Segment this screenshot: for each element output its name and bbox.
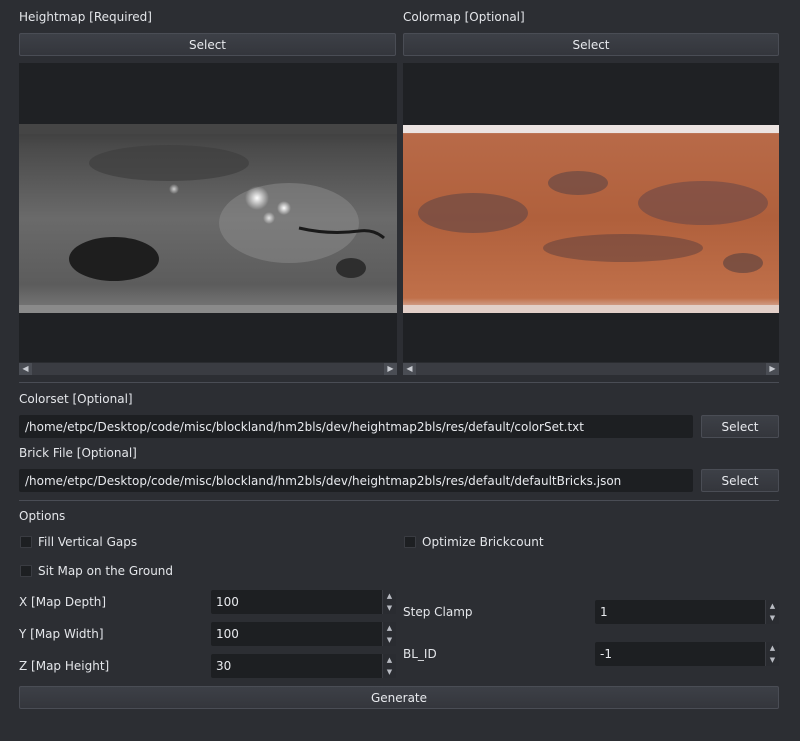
y-map-width-value: 100 [216,627,239,641]
scroll-left-icon[interactable]: ◀ [19,363,32,375]
fill-vertical-gaps-label: Fill Vertical Gaps [38,535,138,549]
brickfile-select-button[interactable]: Select [701,469,779,492]
blid-label: BL_ID [403,647,437,661]
x-map-depth-spinbox[interactable]: 100 ▲ ▼ [211,590,396,614]
spin-down-icon[interactable]: ▼ [766,654,779,666]
generate-button[interactable]: Generate [19,686,779,709]
colormap-hscrollbar[interactable]: ◀ ▶ [403,362,779,375]
z-map-height-value: 30 [216,659,232,673]
x-map-depth-label: X [Map Depth] [19,595,107,609]
colorset-path-field[interactable]: /home/etpc/Desktop/code/misc/blockland/h… [19,415,693,438]
y-map-width-spinbox[interactable]: 100 ▲ ▼ [211,622,396,646]
options-title: Options [19,509,66,523]
spin-down-icon[interactable]: ▼ [766,612,779,624]
optimize-brickcount-checkbox[interactable] [404,536,416,548]
heightmap-image [19,124,397,313]
spin-up-icon[interactable]: ▲ [766,600,779,612]
step-clamp-spinbox[interactable]: 1 ▲ ▼ [595,600,779,624]
spin-down-icon[interactable]: ▼ [383,666,396,678]
divider [19,500,779,501]
sit-map-on-ground-label: Sit Map on the Ground [38,564,174,578]
y-map-width-label: Y [Map Width] [19,627,104,641]
blid-spinbox[interactable]: -1 ▲ ▼ [595,642,779,666]
heightmap-hscrollbar[interactable]: ◀ ▶ [19,362,397,375]
divider [19,382,779,383]
x-map-depth-value: 100 [216,595,239,609]
scroll-right-icon[interactable]: ▶ [766,363,779,375]
optimize-brickcount-label: Optimize Brickcount [422,535,544,549]
sit-map-on-ground-checkbox[interactable] [20,565,32,577]
spin-up-icon[interactable]: ▲ [383,622,396,634]
step-clamp-value: 1 [600,605,608,619]
fill-vertical-gaps-checkbox[interactable] [20,536,32,548]
blid-value: -1 [600,647,612,661]
z-map-height-label: Z [Map Height] [19,659,110,673]
z-map-height-spinbox[interactable]: 30 ▲ ▼ [211,654,396,678]
scroll-left-icon[interactable]: ◀ [403,363,416,375]
spin-down-icon[interactable]: ▼ [383,602,396,614]
step-clamp-label: Step Clamp [403,605,473,619]
colormap-title: Colormap [Optional] [403,10,525,24]
colorset-select-button[interactable]: Select [701,415,779,438]
colormap-image [403,125,779,313]
spin-up-icon[interactable]: ▲ [383,654,396,666]
brickfile-title: Brick File [Optional] [19,446,137,460]
spin-up-icon[interactable]: ▲ [383,590,396,602]
heightmap-preview-pane [19,63,397,362]
colormap-select-button[interactable]: Select [403,33,779,56]
brickfile-path-field[interactable]: /home/etpc/Desktop/code/misc/blockland/h… [19,469,693,492]
heightmap-title: Heightmap [Required] [19,10,152,24]
colorset-title: Colorset [Optional] [19,392,133,406]
spin-down-icon[interactable]: ▼ [383,634,396,646]
colormap-preview-pane [403,63,779,362]
heightmap-select-button[interactable]: Select [19,33,396,56]
spin-up-icon[interactable]: ▲ [766,642,779,654]
scroll-right-icon[interactable]: ▶ [384,363,397,375]
